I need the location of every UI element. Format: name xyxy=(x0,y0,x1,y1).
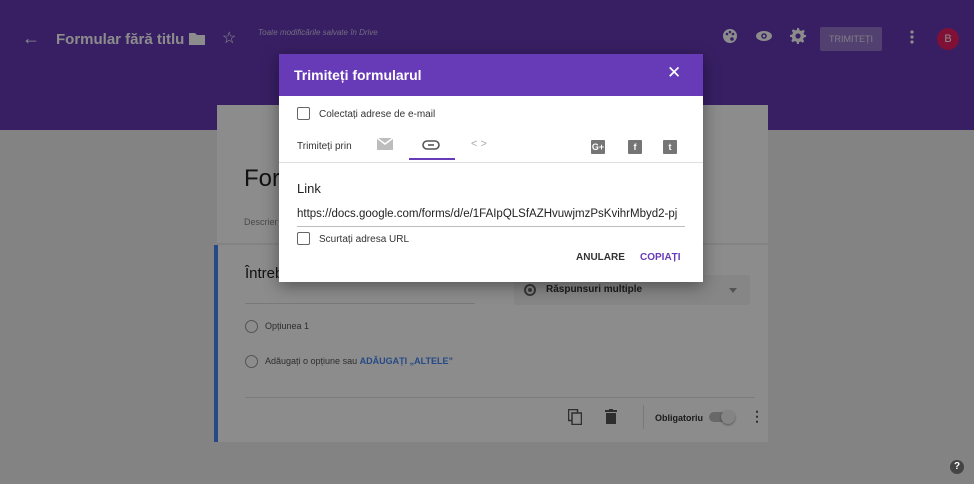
link-url-field[interactable]: https://docs.google.com/forms/d/e/1FAIpQ… xyxy=(297,208,685,220)
send-form-dialog: Trimiteți formularul ✕ Colectați adrese … xyxy=(279,54,703,282)
help-icon[interactable]: ? xyxy=(950,460,964,474)
send-via-label: Trimiteți prin xyxy=(297,141,352,152)
tab-active-indicator xyxy=(409,158,455,160)
collect-emails-label[interactable]: Colectați adrese de e-mail xyxy=(319,109,435,120)
embed-code-icon[interactable]: < > xyxy=(471,138,487,150)
shorten-url-checkbox[interactable] xyxy=(297,232,310,245)
dialog-divider xyxy=(279,162,703,163)
collect-emails-checkbox[interactable] xyxy=(297,107,310,120)
close-icon[interactable]: ✕ xyxy=(667,64,681,81)
dialog-header: Trimiteți formularul ✕ xyxy=(279,54,703,96)
email-icon[interactable] xyxy=(377,138,393,150)
link-url-underline xyxy=(297,226,685,227)
dialog-title: Trimiteți formularul xyxy=(294,67,422,83)
shorten-url-label[interactable]: Scurtați adresa URL xyxy=(319,234,409,245)
cancel-button[interactable]: ANULARE xyxy=(576,252,625,263)
link-icon[interactable] xyxy=(422,140,440,150)
link-heading: Link xyxy=(297,181,321,196)
facebook-icon[interactable]: f xyxy=(628,140,642,154)
twitter-icon[interactable]: t xyxy=(663,140,677,154)
copy-button[interactable]: COPIAȚI xyxy=(640,252,681,263)
google-plus-icon[interactable]: G+ xyxy=(591,140,605,154)
